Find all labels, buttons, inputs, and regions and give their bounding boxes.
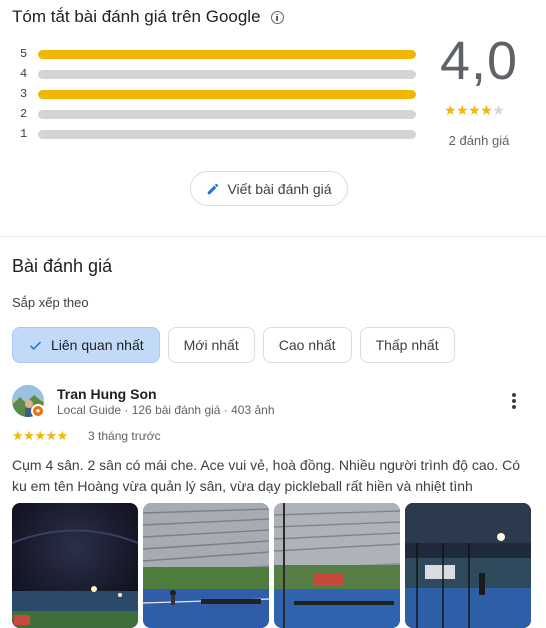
summary-title-text: Tóm tắt bài đánh giá trên Google — [12, 7, 261, 26]
info-icon[interactable] — [270, 10, 284, 24]
average-rating: 4,0 — [439, 31, 519, 91]
more-options-icon[interactable] — [506, 391, 522, 411]
star-icon: ★ — [45, 428, 57, 443]
rating-row-label: 1 — [20, 127, 28, 141]
rating-bar-fill — [38, 89, 416, 99]
star-icon: ★ — [12, 428, 24, 443]
write-review-label: Viết bài đánh giá — [227, 180, 332, 197]
sort-label: Sắp xếp theo — [12, 295, 89, 310]
rating-bar-track — [38, 129, 416, 139]
sort-chip-label: Mới nhất — [183, 337, 239, 353]
star-empty-icon: ★ — [492, 102, 505, 118]
rating-row-1: 1 — [20, 124, 416, 144]
rating-row-label: 2 — [20, 107, 28, 121]
section-divider — [0, 236, 546, 237]
pencil-icon — [208, 183, 219, 194]
write-review-button[interactable]: Viết bài đánh giá — [190, 171, 348, 206]
sort-chip-label: Liên quan nhất — [51, 337, 144, 353]
star-icon: ★ — [56, 428, 69, 443]
review-photo[interactable] — [12, 503, 138, 628]
review-photo[interactable] — [405, 503, 531, 628]
review-photo[interactable] — [143, 503, 269, 628]
sort-chip-newest[interactable]: Mới nhất — [167, 327, 255, 363]
reviews-heading: Bài đánh giá — [12, 256, 113, 276]
sort-chip-relevant[interactable]: Liên quan nhất — [12, 327, 160, 363]
rating-row-label: 4 — [20, 67, 28, 81]
sort-chip-lowest[interactable]: Thấp nhất — [359, 327, 455, 363]
rating-bar-track — [38, 89, 416, 99]
star-filled-icon: ★ — [468, 102, 481, 118]
reviewer-meta: Local Guide · 126 bài đánh giá · 403 ảnh — [57, 403, 275, 417]
review-photo[interactable] — [274, 503, 400, 628]
rating-bar-track — [38, 69, 416, 79]
rating-bar-fill — [38, 49, 416, 59]
check-icon — [29, 341, 42, 350]
star-filled-icon: ★ — [444, 102, 457, 118]
rating-row-label: 5 — [20, 47, 28, 61]
rating-row-3: 3 — [20, 84, 416, 104]
star-filled-icon: ★ — [456, 102, 469, 118]
review-time: 3 tháng trước — [88, 429, 161, 443]
rating-row-4: 4 — [20, 64, 416, 84]
star-icon: ★ — [23, 428, 35, 443]
sort-chips: Liên quan nhất Mới nhất Cao nhất Thấp nh… — [12, 327, 463, 363]
rating-bar-track — [38, 49, 416, 59]
summary-title: Tóm tắt bài đánh giá trên Google — [12, 7, 284, 27]
rating-row-label: 3 — [20, 87, 28, 101]
review-photos — [12, 503, 536, 628]
review-text: Cụm 4 sân. 2 sân có mái che. Ace vui vẻ,… — [12, 457, 521, 494]
reviewer-name[interactable]: Tran Hung Son — [57, 386, 157, 402]
rating-distribution: 5 4 3 2 1 — [20, 44, 416, 144]
star-filled-icon: ★ — [480, 102, 493, 118]
review-count-link[interactable]: 2 đánh giá — [430, 133, 528, 148]
average-stars: ★★★★★ — [444, 102, 505, 119]
sort-chip-label: Thấp nhất — [375, 337, 439, 353]
rating-row-2: 2 — [20, 104, 416, 124]
review-stars: ★★★★★ — [12, 428, 68, 444]
rating-bar-track — [38, 109, 416, 119]
sort-chip-highest[interactable]: Cao nhất — [262, 327, 352, 363]
star-icon: ★ — [34, 428, 46, 443]
sort-chip-label: Cao nhất — [278, 337, 336, 353]
rating-row-5: 5 — [20, 44, 416, 64]
local-guide-badge-icon: ★ — [31, 404, 45, 418]
